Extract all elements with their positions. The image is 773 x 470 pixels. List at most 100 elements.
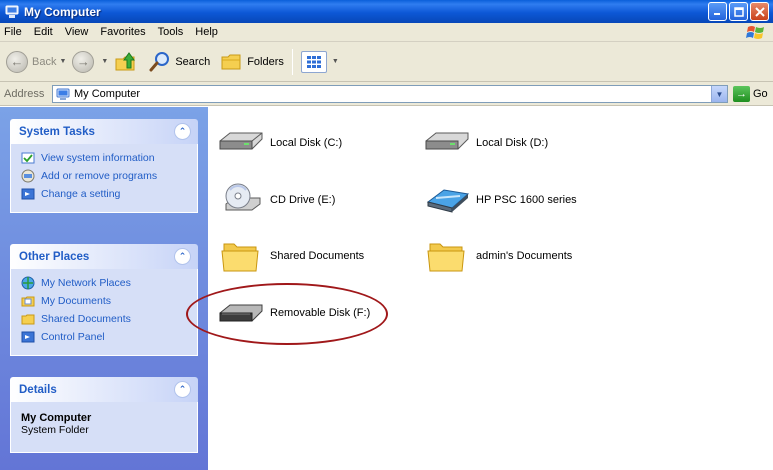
- back-label: Back: [32, 55, 57, 68]
- forward-button[interactable]: → ▼: [72, 50, 108, 73]
- menu-favorites[interactable]: Favorites: [94, 26, 151, 38]
- item-label: Local Disk (D:): [476, 137, 549, 149]
- collapse-chevron-icon[interactable]: ⌃: [174, 381, 191, 398]
- back-dropdown-icon[interactable]: ▼: [59, 58, 66, 65]
- collapse-chevron-icon[interactable]: ⌃: [174, 248, 191, 265]
- drive-item-d[interactable]: Local Disk (D:): [422, 123, 548, 163]
- menu-file[interactable]: File: [0, 26, 28, 38]
- task-pane: System Tasks ⌃ View system information A…: [0, 107, 208, 470]
- item-label: admin's Documents: [476, 250, 573, 262]
- cd-drive-icon: [225, 183, 261, 211]
- address-bar: Address My Computer ▼ → Go: [0, 82, 773, 106]
- folder-icon: [427, 243, 465, 272]
- item-label: Local Disk (C:): [270, 137, 343, 149]
- drive-item-e[interactable]: CD Drive (E:): [216, 180, 335, 220]
- views-dropdown-icon[interactable]: ▼: [332, 58, 339, 65]
- menu-tools[interactable]: Tools: [152, 26, 190, 38]
- my-computer-small-icon: [56, 88, 70, 100]
- search-label: Search: [175, 55, 211, 68]
- folders-label: Folders: [247, 55, 284, 68]
- go-arrow-icon: →: [733, 86, 750, 102]
- hard-drive-icon: [425, 132, 469, 150]
- toolbar-separator: [291, 48, 293, 75]
- go-button[interactable]: → Go: [733, 86, 768, 102]
- item-label: Shared Documents: [270, 250, 365, 262]
- search-button[interactable]: Search: [148, 50, 210, 74]
- task-view-system-info[interactable]: View system information: [21, 150, 189, 166]
- place-control-panel[interactable]: Control Panel: [21, 329, 189, 345]
- task-label: View system information: [41, 152, 155, 164]
- my-documents-icon: [21, 296, 35, 307]
- folder-icon: [221, 243, 259, 272]
- place-label: My Network Places: [41, 277, 131, 289]
- folder-item-admins-documents[interactable]: admin's Documents: [422, 236, 572, 276]
- up-folder-icon: [115, 51, 136, 70]
- other-places-header[interactable]: Other Places ⌃: [10, 244, 198, 269]
- toolbar: ← Back ▼ → ▼ Search Folders ▼: [0, 42, 773, 82]
- back-arrow-icon: ←: [6, 50, 28, 73]
- minimize-button[interactable]: [708, 2, 727, 21]
- details-panel: Details ⌃ My Computer System Folder: [10, 377, 198, 453]
- forward-dropdown-icon[interactable]: ▼: [101, 58, 108, 65]
- item-label: CD Drive (E:): [270, 194, 336, 206]
- window-title: My Computer: [24, 4, 101, 19]
- folders-button[interactable]: Folders: [220, 51, 284, 73]
- menu-edit[interactable]: Edit: [28, 26, 59, 38]
- details-title: Details: [19, 383, 57, 396]
- address-value: My Computer: [74, 88, 141, 100]
- title-bar: My Computer: [0, 0, 773, 23]
- address-input[interactable]: My Computer ▼: [52, 85, 728, 103]
- folders-icon: [221, 54, 241, 69]
- search-icon: [149, 51, 170, 71]
- collapse-chevron-icon[interactable]: ⌃: [174, 123, 191, 140]
- minimize-icon: [714, 13, 720, 15]
- item-label: HP PSC 1600 series: [476, 194, 577, 206]
- maximize-button[interactable]: [729, 2, 748, 21]
- task-add-remove-programs[interactable]: Add or remove programs: [21, 168, 189, 184]
- system-tasks-panel: System Tasks ⌃ View system information A…: [10, 119, 198, 213]
- go-label: Go: [753, 88, 768, 100]
- menu-bar: File Edit View Favorites Tools Help: [0, 23, 773, 42]
- maximize-icon: [733, 6, 744, 17]
- drive-item-c[interactable]: Local Disk (C:): [216, 123, 342, 163]
- details-header[interactable]: Details ⌃: [10, 377, 198, 402]
- place-label: Control Panel: [41, 331, 105, 343]
- hard-drive-icon: [219, 132, 263, 150]
- network-places-icon: [21, 276, 35, 290]
- views-button[interactable]: ▼: [300, 50, 339, 73]
- details-name: My Computer: [21, 412, 92, 424]
- control-panel-icon: [21, 331, 35, 343]
- task-label: Change a setting: [41, 188, 121, 200]
- add-remove-programs-icon: [21, 169, 35, 183]
- address-dropdown-icon[interactable]: ▼: [711, 86, 727, 102]
- menu-help[interactable]: Help: [189, 26, 224, 38]
- task-change-setting[interactable]: Change a setting: [21, 186, 189, 202]
- place-my-documents[interactable]: My Documents: [21, 293, 189, 309]
- my-computer-icon: [5, 5, 19, 18]
- system-info-icon: [21, 152, 35, 164]
- place-label: My Documents: [41, 295, 112, 307]
- details-type: System Folder: [21, 424, 89, 436]
- scanner-icon: [426, 189, 470, 213]
- back-button[interactable]: ← Back ▼: [6, 50, 66, 73]
- close-button[interactable]: [750, 2, 769, 21]
- folder-item-shared-documents[interactable]: Shared Documents: [216, 236, 364, 276]
- views-icon: [300, 50, 327, 73]
- forward-arrow-icon: →: [72, 50, 95, 73]
- close-icon: [754, 6, 765, 17]
- task-label: Add or remove programs: [41, 170, 158, 182]
- up-folder-button[interactable]: [114, 50, 138, 74]
- place-label: Shared Documents: [41, 313, 131, 325]
- place-shared-documents[interactable]: Shared Documents: [21, 311, 189, 327]
- other-places-title: Other Places: [19, 250, 90, 263]
- menu-view[interactable]: View: [59, 26, 95, 38]
- shared-folder-icon: [21, 314, 35, 325]
- windows-logo-icon: [746, 26, 764, 39]
- system-tasks-header[interactable]: System Tasks ⌃: [10, 119, 198, 144]
- control-panel-icon: [21, 188, 35, 200]
- address-label: Address: [4, 87, 45, 100]
- place-my-network-places[interactable]: My Network Places: [21, 275, 189, 291]
- highlight-ellipse: [186, 283, 388, 345]
- system-tasks-title: System Tasks: [19, 125, 95, 138]
- printer-item[interactable]: HP PSC 1600 series: [422, 180, 577, 220]
